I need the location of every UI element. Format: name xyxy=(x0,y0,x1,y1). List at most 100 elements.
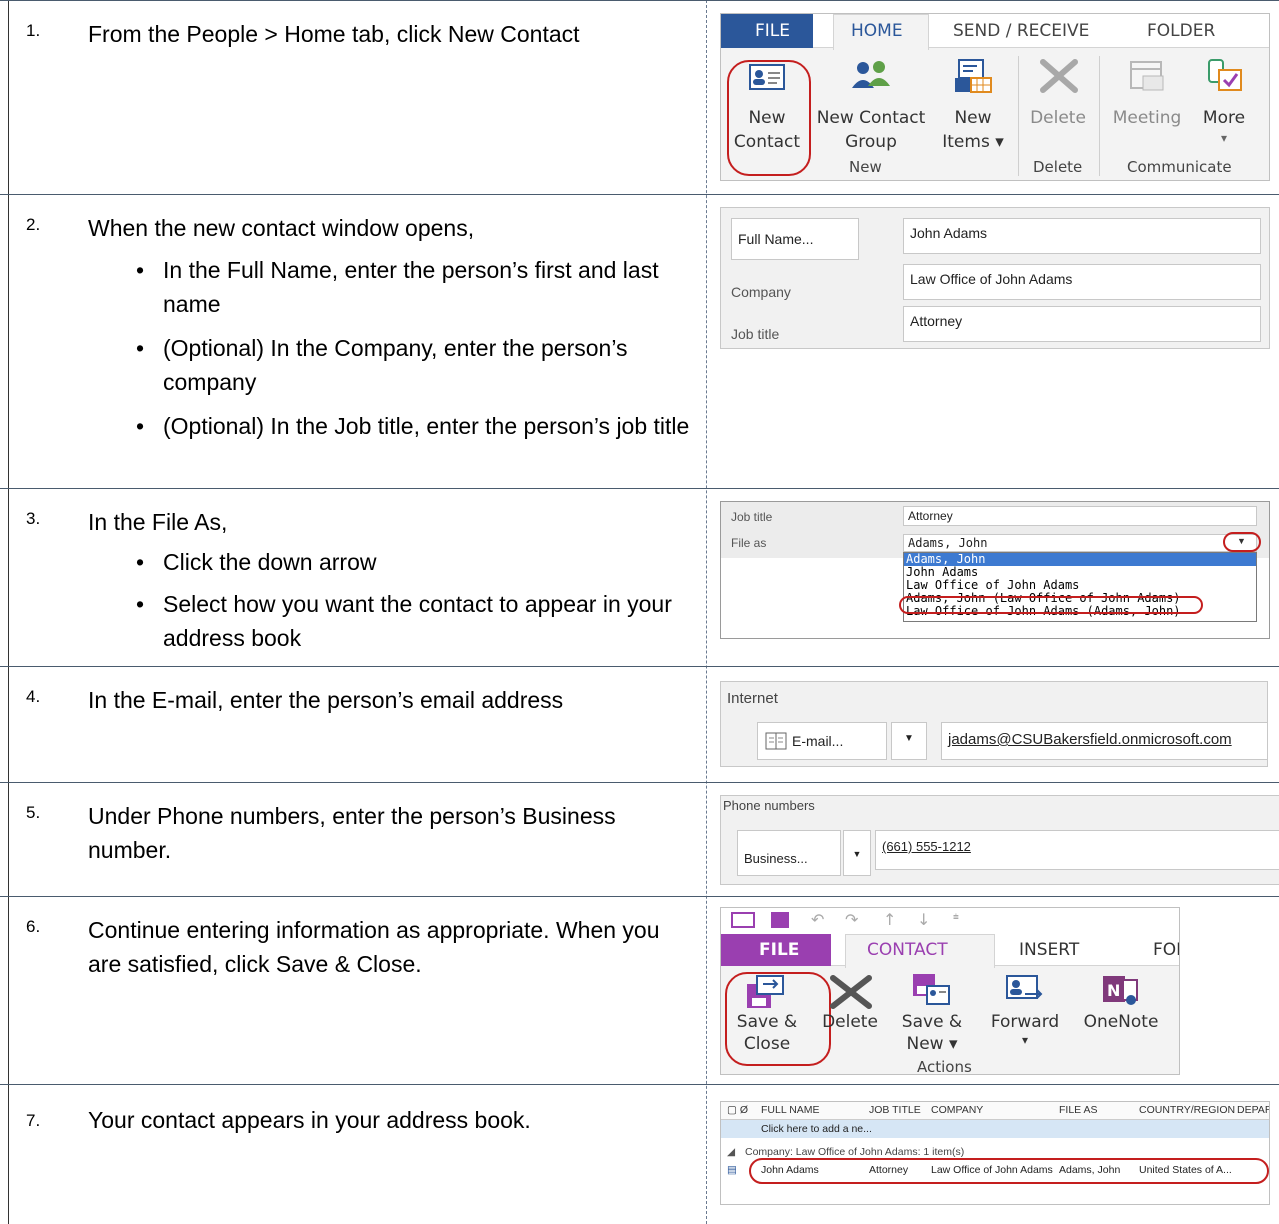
highlight-circle xyxy=(727,60,811,176)
column-header-department[interactable]: DEPAR xyxy=(1237,1104,1269,1116)
up-arrow-icon[interactable]: ↑ xyxy=(883,910,896,929)
job-title-field[interactable]: Attorney xyxy=(903,306,1261,342)
tab-format[interactable]: FOI xyxy=(1153,940,1179,960)
contact-fields-screenshot: Full Name... John Adams Company Law Offi… xyxy=(720,207,1270,349)
group-header-row[interactable]: Company: Law Office of John Adams: 1 ite… xyxy=(745,1146,964,1158)
step-text: When the new contact window opens, xyxy=(88,215,475,241)
step-number: 1. xyxy=(26,21,41,40)
phone-screenshot: Phone numbers Business... ▼ (661) 555-12… xyxy=(720,795,1279,885)
forward-icon xyxy=(1006,975,1043,999)
business-phone-field[interactable]: (661) 555-1212 xyxy=(875,830,1279,870)
group-label-delete: Delete xyxy=(1033,158,1083,176)
group-label-actions: Actions xyxy=(917,1058,972,1075)
redo-icon[interactable]: ↷ xyxy=(845,910,858,929)
email-screenshot: Internet E-mail... ▼ jadams@CSUBakersfie… xyxy=(720,681,1268,767)
meeting-icon xyxy=(1130,61,1164,91)
down-arrow-icon[interactable]: ↓ xyxy=(917,910,930,929)
full-name-button[interactable]: Full Name... xyxy=(731,218,859,260)
group-label-communicate: Communicate xyxy=(1127,158,1232,176)
step-text: In the File As, xyxy=(88,509,228,535)
column-header-full-name[interactable]: FULL NAME xyxy=(761,1104,820,1116)
forward-button[interactable]: Forward ▾ xyxy=(975,970,1075,1066)
job-title-label: Job title xyxy=(731,510,773,524)
tab-send-receive[interactable]: SEND / RECEIVE xyxy=(953,21,1089,41)
tab-home[interactable]: HOME xyxy=(851,21,903,41)
bullet-item: • In the Full Name, enter the person’s fi… xyxy=(136,257,659,317)
onenote-icon: N xyxy=(1103,976,1138,1005)
business-phone-button[interactable]: Business... xyxy=(737,830,841,876)
step-number: 4. xyxy=(26,687,41,706)
instruction-document: 1. From the People > Home tab, click New… xyxy=(0,0,1279,1224)
step-row-4: 4. In the E-mail, enter the person’s ema… xyxy=(0,666,1279,782)
tab-insert[interactable]: INSERT xyxy=(1019,940,1079,960)
save-icon[interactable] xyxy=(771,912,789,928)
address-book-screenshot: ▢ Ø FULL NAME JOB TITLE COMPANY FILE AS … xyxy=(720,1101,1270,1205)
add-new-row[interactable]: Click here to add a ne... xyxy=(761,1123,872,1135)
column-header-country-region[interactable]: COUNTRY/REGION xyxy=(1139,1104,1235,1116)
expand-collapse-icon[interactable]: ◢ xyxy=(727,1146,735,1158)
ribbon-home-screenshot: FILE HOME SEND / RECEIVE FOLDER New Cont… xyxy=(720,13,1270,181)
tab-folder[interactable]: FOLDER xyxy=(1147,21,1215,41)
column-header-file-as[interactable]: FILE AS xyxy=(1059,1104,1098,1116)
phone-numbers-section-label: Phone numbers xyxy=(723,798,815,813)
tab-file[interactable]: FILE xyxy=(759,940,799,960)
file-as-label: File as xyxy=(731,536,767,550)
delete-x-icon xyxy=(1040,59,1078,93)
step-number: 2. xyxy=(26,215,41,234)
more-icon xyxy=(1208,59,1242,91)
column-icons: ▢ Ø xyxy=(727,1104,749,1116)
email-type-dropdown[interactable]: ▼ xyxy=(891,722,927,760)
contact-card-icon: ▤ xyxy=(727,1164,737,1176)
new-items-icon xyxy=(955,59,992,93)
highlight-circle xyxy=(749,1158,1269,1184)
step-row-5: 5. Under Phone numbers, enter the person… xyxy=(0,782,1279,896)
company-label: Company xyxy=(731,284,791,300)
bullet-item: • Click the down arrow xyxy=(136,549,377,575)
tab-contact[interactable]: CONTACT xyxy=(867,940,948,960)
highlight-circle xyxy=(899,596,1203,614)
file-as-screenshot: Job title Attorney File as Adams, John ▼… xyxy=(720,501,1270,639)
new-items-button[interactable]: New Items ▾ xyxy=(933,58,1013,178)
group-separator xyxy=(1099,56,1100,176)
step-text: In the E-mail, enter the person’s email … xyxy=(88,687,564,713)
file-as-select[interactable]: Adams, John xyxy=(903,534,1257,552)
step-number: 6. xyxy=(26,917,41,936)
step-text: Under Phone numbers, enter the person’s … xyxy=(88,803,616,863)
full-name-field[interactable]: John Adams xyxy=(903,218,1261,254)
highlight-circle xyxy=(1223,532,1261,552)
internet-section-label: Internet xyxy=(727,690,778,707)
onenote-button[interactable]: N OneNote xyxy=(1075,970,1167,1066)
phone-type-dropdown[interactable]: ▼ xyxy=(843,830,871,876)
group-label-new: New xyxy=(849,158,882,176)
address-book-icon xyxy=(765,732,787,750)
job-title-field[interactable]: Attorney xyxy=(903,506,1257,526)
step-text: Your contact appears in your address boo… xyxy=(88,1107,531,1133)
column-header-company[interactable]: COMPANY xyxy=(931,1104,983,1116)
delete-x-icon xyxy=(830,975,872,1009)
save-new-button[interactable]: Save & New ▾ xyxy=(891,970,973,1066)
step-row-6: 6. Continue entering information as appr… xyxy=(0,896,1279,1084)
save-new-icon xyxy=(913,974,950,1005)
bullet-item: • Select how you want the contact to appe… xyxy=(136,591,672,651)
step-number: 5. xyxy=(26,803,41,822)
delete-button[interactable]: Delete xyxy=(813,970,887,1066)
customize-toolbar-icon[interactable]: ⩧ xyxy=(953,912,959,923)
tab-file[interactable]: FILE xyxy=(755,21,790,41)
step-row-2: 2. When the new contact window opens, • I… xyxy=(0,194,1279,488)
column-header-job-title[interactable]: JOB TITLE xyxy=(869,1104,921,1116)
group-separator xyxy=(1018,56,1019,176)
email-field[interactable]: jadams@CSUBakersfield.onmicrosoft.com xyxy=(941,722,1267,760)
step-row-1: 1. From the People > Home tab, click New… xyxy=(0,0,1279,194)
job-title-label: Job title xyxy=(731,326,780,342)
undo-icon[interactable]: ↶ xyxy=(811,910,824,929)
bullet-item: • (Optional) In the Job title, enter the … xyxy=(136,413,690,439)
bullet-item: • (Optional) In the Company, enter the pe… xyxy=(136,335,628,395)
step-number: 3. xyxy=(26,509,41,528)
svg-text:N: N xyxy=(1107,981,1120,1000)
ribbon-contact-screenshot: ↶ ↷ ↑ ↓ ⩧ FILE CONTACT INSERT FOI Save &… xyxy=(720,907,1180,1075)
step-row-7: 7. Your contact appears in your address … xyxy=(0,1084,1279,1224)
step-number: 7. xyxy=(26,1111,41,1130)
contact-card-icon xyxy=(731,912,755,928)
step-text: From the People > Home tab, click New Co… xyxy=(88,21,580,47)
company-field[interactable]: Law Office of John Adams xyxy=(903,264,1261,300)
